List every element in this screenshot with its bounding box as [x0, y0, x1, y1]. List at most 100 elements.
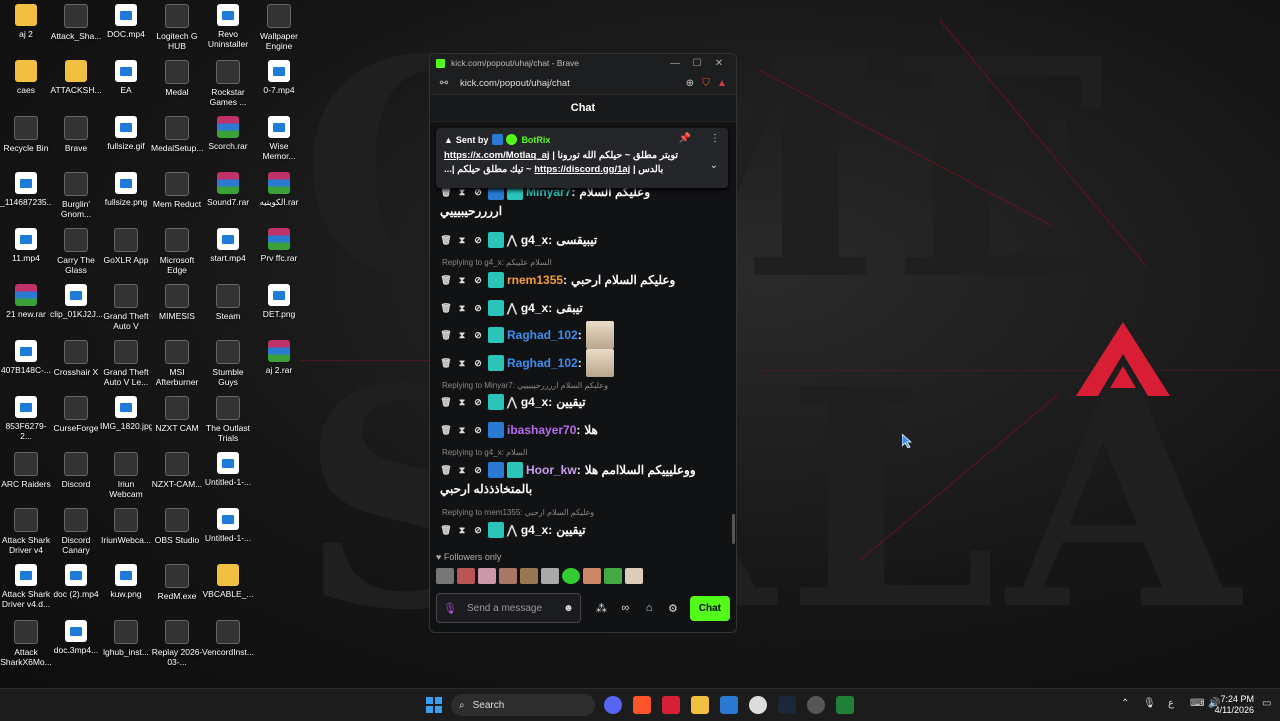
desktop-icon[interactable]: clip_01KJ2J...	[50, 284, 102, 319]
desktop-icon[interactable]: The Outlast Trials	[202, 396, 254, 443]
desktop-icon[interactable]: 21 new.rar	[0, 284, 52, 319]
file-explorer-icon[interactable]	[691, 696, 709, 714]
desktop-icon[interactable]: Grand Theft Auto V Le...	[100, 340, 152, 387]
desktop-icon[interactable]: Wallpaper Engine	[253, 4, 305, 51]
timeout-icon[interactable]: ⧗	[456, 525, 468, 536]
desktop-icon[interactable]: Recycle Bin	[0, 116, 52, 153]
desktop-icon[interactable]: الكويتيه.rar	[253, 172, 305, 207]
desktop-icon[interactable]: VencordInst...	[202, 620, 254, 657]
chevron-down-icon[interactable]: ⌄	[710, 160, 718, 171]
desktop-icon[interactable]: Steam	[202, 284, 254, 321]
timeout-icon[interactable]: ⧗	[456, 465, 468, 476]
desktop-icon[interactable]: Scorch.rar	[202, 116, 254, 151]
desktop-icon[interactable]: Attack_Sha...	[50, 4, 102, 41]
reply-context[interactable]: Replying to rnem1355: وعليكم السلام ارحب…	[442, 508, 594, 517]
discord-taskbar-icon[interactable]	[604, 696, 622, 714]
desktop-icon[interactable]: NZXT CAM	[151, 396, 203, 433]
chat-username[interactable]: ibashayer70	[507, 423, 576, 437]
desktop-icon[interactable]: OBS Studio	[151, 508, 203, 545]
desktop-icon[interactable]: GoXLR App	[100, 228, 152, 265]
desktop-icon[interactable]: Prv ffc.rar	[253, 228, 305, 263]
obs-taskbar-icon[interactable]	[807, 696, 825, 714]
mic-tray-icon[interactable]: 🎙	[1143, 698, 1156, 709]
trash-icon[interactable]: 🗑	[440, 275, 452, 286]
desktop-icon[interactable]: Untitled-1-...	[202, 508, 254, 543]
ban-icon[interactable]: ⊘	[472, 525, 484, 536]
ban-icon[interactable]: ⊘	[472, 303, 484, 314]
chat-username[interactable]: g4_x	[521, 395, 548, 409]
emote-icon[interactable]	[604, 568, 622, 584]
desktop-icon[interactable]: MIMESIS	[151, 284, 203, 321]
desktop-icon[interactable]: CurseForge	[50, 396, 102, 433]
desktop-icon[interactable]: _114687235...	[0, 172, 52, 207]
desktop-icon[interactable]: 853F6279-2...	[0, 396, 52, 441]
trash-icon[interactable]: 🗑	[440, 330, 452, 341]
desktop-icon[interactable]: fullsize.gif	[100, 116, 152, 151]
desktop-icon[interactable]: DET.png	[253, 284, 305, 319]
desktop-icon[interactable]: Microsoft Edge	[151, 228, 203, 275]
desktop-icon[interactable]: Sound7.rar	[202, 172, 254, 207]
discord-link[interactable]: https://discord.gg/1aj	[534, 164, 630, 175]
pinned-author[interactable]: BotRix	[521, 135, 550, 145]
reply-context[interactable]: Replying to Minyar7: وعليكم السلام ارررر…	[442, 381, 608, 390]
desktop-icon[interactable]: ARC Raiders	[0, 452, 52, 489]
desktop-icon[interactable]: 11.mp4	[0, 228, 52, 263]
reply-context[interactable]: Replying to g4_x: السلام	[442, 448, 528, 457]
timeout-icon[interactable]: ⧗	[456, 330, 468, 341]
minimize-icon[interactable]: —	[664, 58, 686, 69]
apex-taskbar-icon[interactable]	[662, 696, 680, 714]
chat-messages[interactable]: 🗑 ⧗ ⊘ Minyar7: وعليكم السلام اررررحيبييي…	[430, 188, 730, 550]
timeout-icon[interactable]: ⧗	[456, 358, 468, 369]
network-icon[interactable]: ⌨	[1190, 698, 1204, 709]
desktop-icon[interactable]: MSI Afterburner	[151, 340, 203, 387]
trash-icon[interactable]: 🗑	[440, 397, 452, 408]
desktop-icon[interactable]: Burglin' Gnom...	[50, 172, 102, 219]
desktop-icon[interactable]: RedM.exe	[151, 564, 203, 601]
unpin-icon[interactable]: 📌	[679, 133, 691, 144]
ban-icon[interactable]: ⊘	[472, 275, 484, 286]
desktop-icon[interactable]: IriunWebca...	[100, 508, 152, 545]
desktop-icon[interactable]: 407B148C-...	[0, 340, 52, 375]
webcam-taskbar-icon[interactable]	[749, 696, 767, 714]
emoji-icon[interactable]: ☻	[563, 603, 574, 614]
desktop-icon[interactable]: Mem Reduct	[151, 172, 203, 209]
emote-icon[interactable]	[457, 568, 475, 584]
desktop-icon[interactable]: Iriun Webcam	[100, 452, 152, 499]
zoom-icon[interactable]: ⊕	[682, 78, 698, 89]
chat-username[interactable]: g4_x	[521, 233, 548, 247]
desktop-icon[interactable]: Medal	[151, 60, 203, 97]
maximize-icon[interactable]: ☐	[686, 58, 708, 69]
desktop-icon[interactable]: Brave	[50, 116, 102, 153]
trash-icon[interactable]: 🗑	[440, 425, 452, 436]
app-taskbar-icon[interactable]	[720, 696, 738, 714]
clock[interactable]: 7:24 PM 4/11/2026	[1215, 694, 1254, 716]
desktop-icon[interactable]: NZXT-CAM...	[151, 452, 203, 489]
timeout-icon[interactable]: ⧗	[456, 275, 468, 286]
chat-username[interactable]: g4_x	[521, 301, 548, 315]
desktop-icon[interactable]: Wise Memor...	[253, 116, 305, 161]
desktop-icon[interactable]: Replay 2026-03-...	[151, 620, 203, 667]
desktop-icon[interactable]: DOC.mp4	[100, 4, 152, 39]
close-icon[interactable]: ✕	[708, 58, 730, 69]
desktop-icon[interactable]: aj 2	[0, 4, 52, 39]
emote-icon[interactable]	[478, 568, 496, 584]
desktop-icon[interactable]: MedalSetup...	[151, 116, 203, 153]
desktop-icon[interactable]: Untitled-1-...	[202, 452, 254, 487]
trash-icon[interactable]: 🗑	[440, 465, 452, 476]
language-indicator[interactable]: ع	[1168, 698, 1174, 709]
gear-icon[interactable]: ⚙	[662, 602, 684, 615]
desktop-icon[interactable]: Crosshair X	[50, 340, 102, 377]
desktop-icon[interactable]: Rockstar Games ...	[202, 60, 254, 107]
ban-icon[interactable]: ⊘	[472, 397, 484, 408]
points-icon[interactable]: ⁂	[591, 602, 613, 615]
desktop-icon[interactable]: lghub_inst...	[100, 620, 152, 657]
trash-icon[interactable]: 🗑	[440, 235, 452, 246]
desktop-icon[interactable]: Grand Theft Auto V	[100, 284, 152, 331]
emote-icon[interactable]	[436, 568, 454, 584]
more-options-icon[interactable]: ⋮	[710, 133, 720, 144]
twitter-link[interactable]: https://x.com/Motlaq_aj	[444, 150, 550, 161]
store-icon[interactable]: ⌂	[638, 602, 660, 614]
emote-icon[interactable]	[583, 568, 601, 584]
brave-taskbar-icon[interactable]	[633, 696, 651, 714]
desktop-icon[interactable]: Revo Uninstaller	[202, 4, 254, 49]
